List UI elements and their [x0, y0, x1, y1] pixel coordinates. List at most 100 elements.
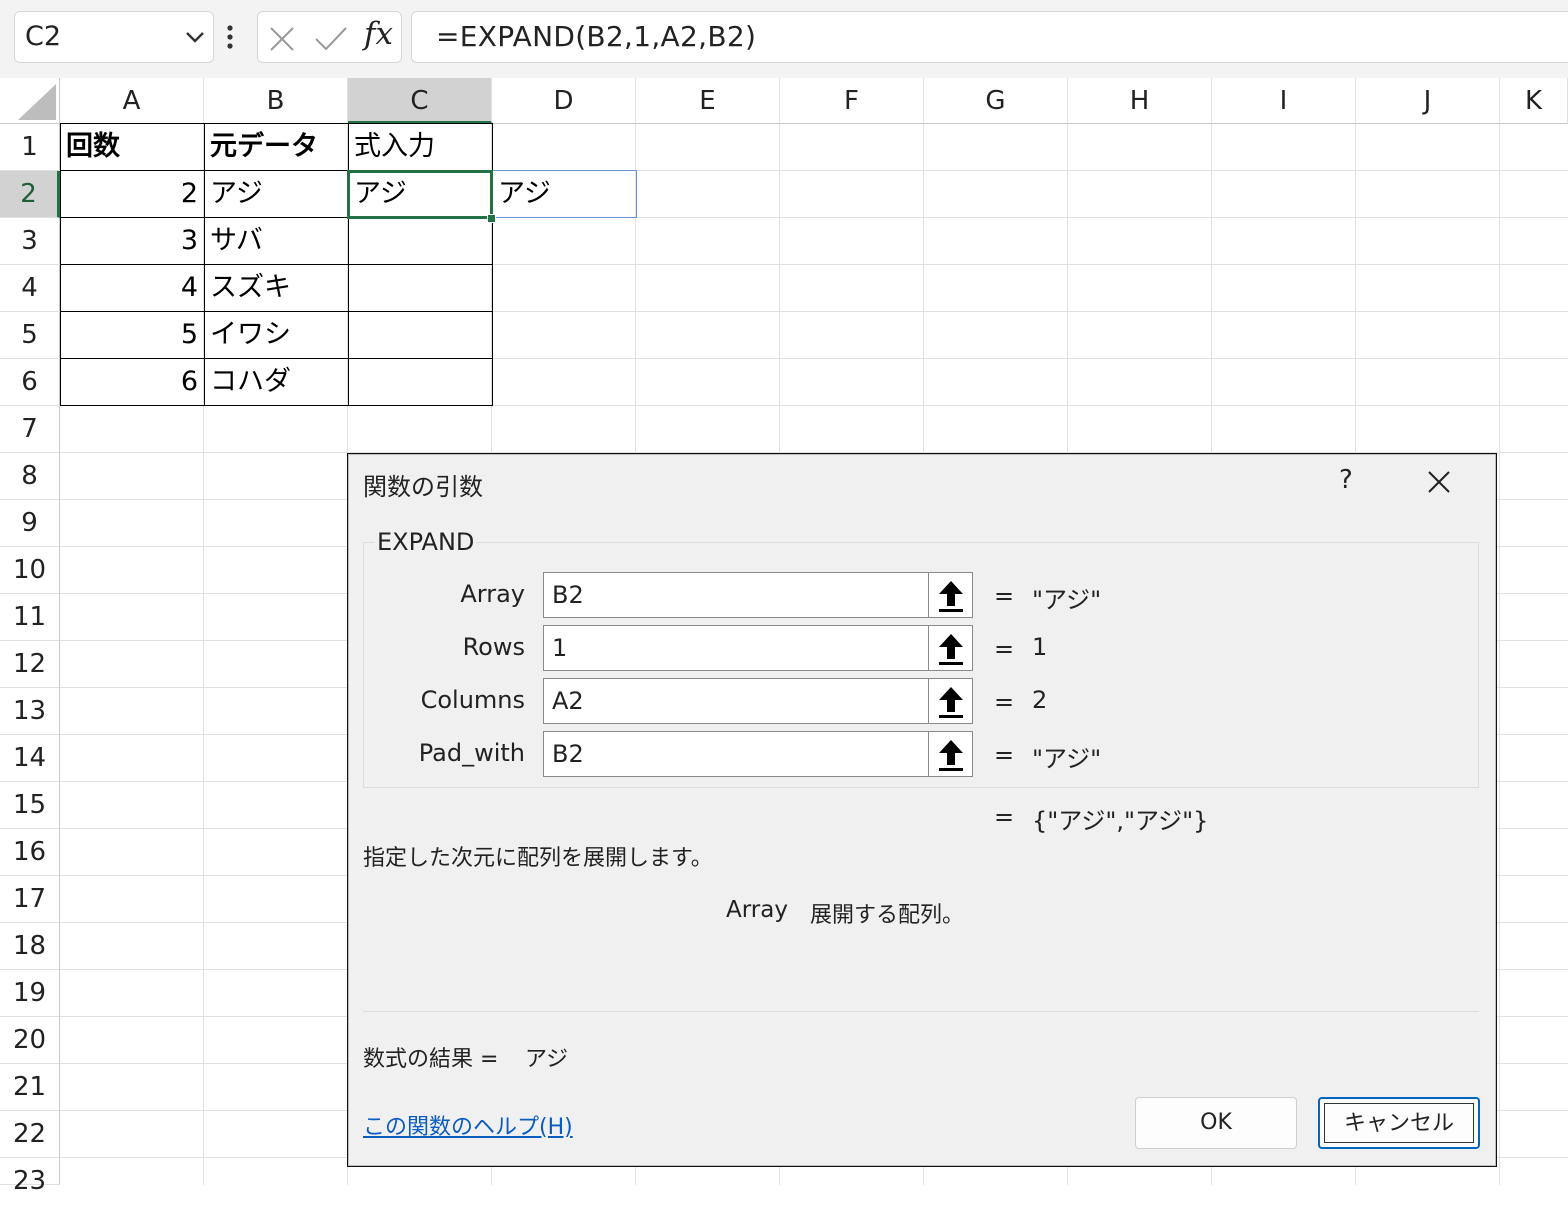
column-header-g[interactable]: G: [924, 78, 1068, 124]
up-arrow-icon: [939, 581, 963, 612]
collapse-dialog-button[interactable]: [929, 572, 973, 618]
arg-input-columns[interactable]: A2: [543, 678, 929, 724]
formula-result-value: アジ: [525, 1047, 569, 1072]
select-all-corner[interactable]: [0, 78, 60, 124]
column-header-e[interactable]: E: [636, 78, 780, 124]
row-header-20[interactable]: 20: [0, 1017, 60, 1064]
column-header-c[interactable]: C: [348, 78, 492, 124]
function-help-link[interactable]: この関数のヘルプ(H): [363, 1109, 573, 1141]
table-cell-border: [204, 123, 349, 171]
divider: [363, 1011, 1479, 1012]
arg-equals: =: [994, 582, 1015, 610]
formula-input[interactable]: =EXPAND(B2,1,A2,B2): [411, 11, 1568, 63]
row-header-6[interactable]: 6: [0, 359, 60, 406]
row-header-1[interactable]: 1: [0, 124, 60, 171]
name-box-value[interactable]: C2: [25, 21, 61, 52]
row-header-19[interactable]: 19: [0, 970, 60, 1017]
active-cell-outline: [347, 170, 493, 219]
arg-result-rows: 1: [1032, 633, 1048, 661]
collapse-dialog-button[interactable]: [929, 731, 973, 777]
table-cell-border: [204, 358, 349, 406]
column-header-h[interactable]: H: [1068, 78, 1212, 124]
column-header-i[interactable]: I: [1212, 78, 1356, 124]
cancel-entry-icon[interactable]: [268, 25, 296, 53]
row-header-2[interactable]: 2: [0, 171, 60, 218]
close-icon[interactable]: [1426, 469, 1452, 495]
arg-input-value[interactable]: 1: [552, 634, 567, 662]
row-header-8[interactable]: 8: [0, 453, 60, 500]
arg-result-pad-with: "アジ": [1032, 745, 1102, 773]
function-result-value: {"アジ","アジ"}: [1032, 807, 1209, 835]
collapse-dialog-button[interactable]: [929, 678, 973, 724]
dialog-title: 関数の引数: [363, 473, 483, 501]
arg-input-pad-with[interactable]: B2: [543, 731, 929, 777]
table-cell-border: [204, 170, 349, 218]
row-header-22[interactable]: 22: [0, 1111, 60, 1158]
collapse-dialog-button[interactable]: [929, 625, 973, 671]
arg-equals: =: [994, 741, 1015, 769]
gridline-horizontal: [60, 452, 1568, 453]
column-header-d[interactable]: D: [492, 78, 636, 124]
table-cell-border: [60, 358, 205, 406]
column-header-j[interactable]: J: [1356, 78, 1500, 124]
up-arrow-icon: [939, 740, 963, 771]
table-cell-border: [348, 311, 493, 359]
row-header-10[interactable]: 10: [0, 547, 60, 594]
select-all-triangle-icon: [18, 84, 56, 120]
row-header-21[interactable]: 21: [0, 1064, 60, 1111]
table-cell-border: [348, 123, 493, 171]
table-cell-border: [348, 358, 493, 406]
arg-input-value[interactable]: A2: [552, 687, 584, 715]
fill-handle[interactable]: [487, 214, 496, 223]
ok-button-label: OK: [1200, 1110, 1232, 1135]
formula-result-label: 数式の結果 =: [363, 1047, 499, 1072]
table-cell-border: [204, 217, 349, 265]
row-header-14[interactable]: 14: [0, 735, 60, 782]
ok-button[interactable]: OK: [1135, 1097, 1297, 1149]
spill-range-outline: [492, 170, 637, 218]
confirm-entry-icon[interactable]: [314, 25, 348, 53]
arg-input-rows[interactable]: 1: [543, 625, 929, 671]
insert-function-icon[interactable]: fx: [364, 16, 393, 52]
column-header-f[interactable]: F: [780, 78, 924, 124]
row-header-5[interactable]: 5: [0, 312, 60, 359]
arg-input-array[interactable]: B2: [543, 572, 929, 618]
column-header-b[interactable]: B: [204, 78, 348, 124]
row-header-9[interactable]: 9: [0, 500, 60, 547]
formula-text[interactable]: =EXPAND(B2,1,A2,B2): [436, 20, 756, 53]
row-header-12[interactable]: 12: [0, 641, 60, 688]
dialog-help-button[interactable]: ?: [1339, 465, 1353, 495]
table-cell-border: [204, 264, 349, 312]
row-header-18[interactable]: 18: [0, 923, 60, 970]
function-arguments-dialog: 関数の引数 ? EXPAND Array B2 = "アジ" Rows 1 = 1 Column…: [348, 454, 1496, 1166]
arg-result-array: "アジ": [1032, 586, 1102, 614]
focus-ring: [1324, 1103, 1474, 1143]
row-header-7[interactable]: 7: [0, 406, 60, 453]
cancel-button[interactable]: キャンセル: [1318, 1097, 1480, 1149]
arg-input-value[interactable]: B2: [552, 581, 584, 609]
argument-help-text: 展開する配列。: [810, 903, 965, 928]
table-cell-border: [60, 311, 205, 359]
table-cell-border: [60, 264, 205, 312]
row-header-16[interactable]: 16: [0, 829, 60, 876]
more-options-icon[interactable]: [226, 24, 234, 50]
up-arrow-icon: [939, 687, 963, 718]
row-header-3[interactable]: 3: [0, 218, 60, 265]
table-cell-border: [204, 311, 349, 359]
up-arrow-icon: [939, 634, 963, 665]
arg-result-columns: 2: [1032, 686, 1048, 714]
row-header-13[interactable]: 13: [0, 688, 60, 735]
row-header-4[interactable]: 4: [0, 265, 60, 312]
column-header-a[interactable]: A: [60, 78, 204, 124]
arg-input-value[interactable]: B2: [552, 740, 584, 768]
column-header-k[interactable]: K: [1500, 78, 1568, 124]
gridline-vertical: [1499, 124, 1500, 1185]
row-header-11[interactable]: 11: [0, 594, 60, 641]
arg-equals: =: [994, 635, 1015, 663]
row-header-15[interactable]: 15: [0, 782, 60, 829]
chevron-down-icon[interactable]: [185, 30, 205, 44]
row-header-23[interactable]: 23: [0, 1158, 60, 1196]
arg-label-array: Array: [460, 580, 525, 608]
row-header-17[interactable]: 17: [0, 876, 60, 923]
name-box[interactable]: C2: [14, 11, 214, 63]
